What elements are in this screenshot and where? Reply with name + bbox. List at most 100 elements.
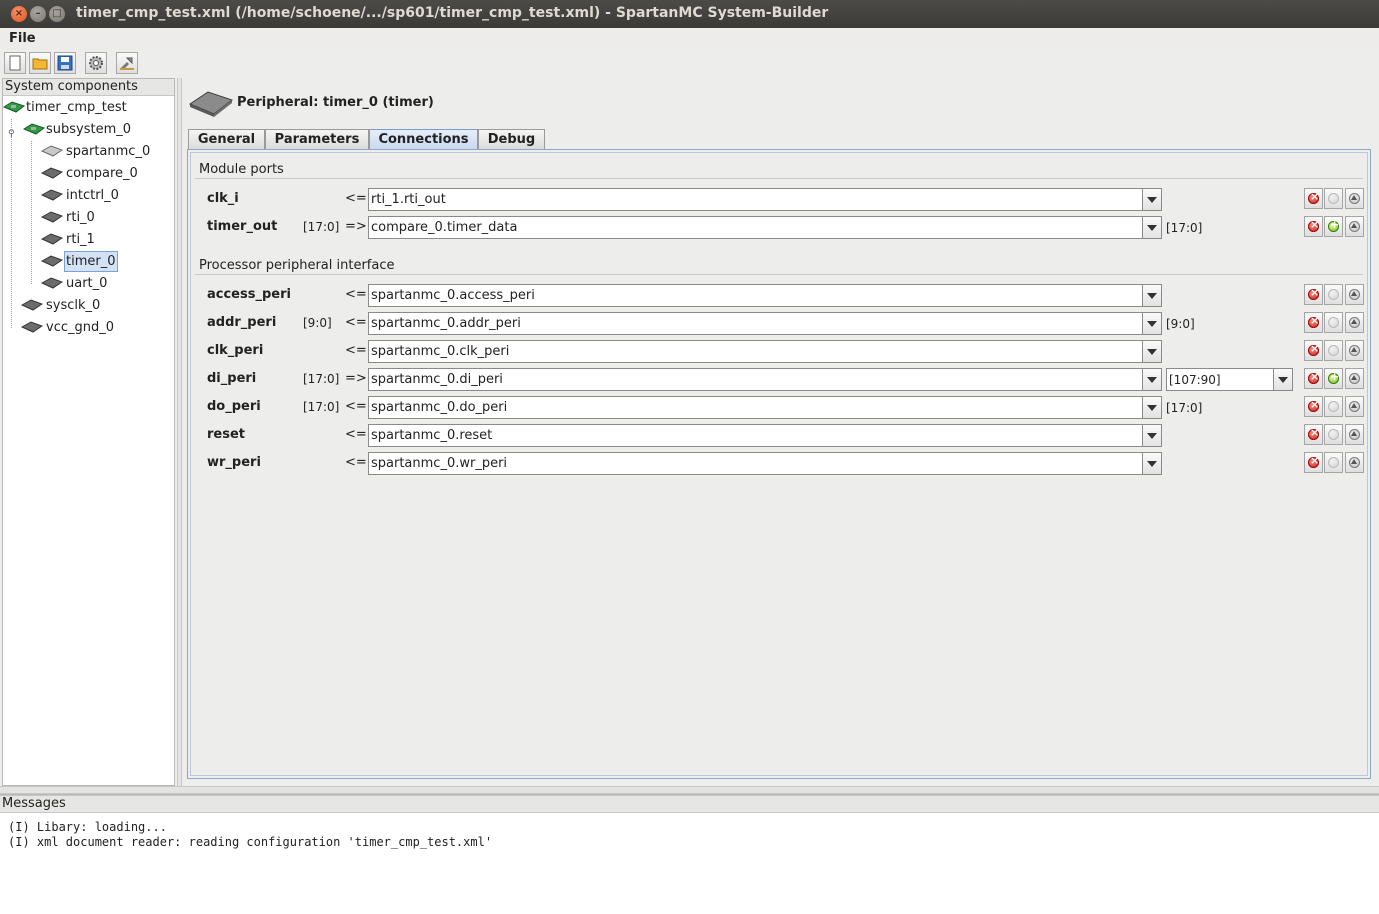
tab-debug[interactable]: Debug xyxy=(478,129,545,149)
add-connection-button[interactable] xyxy=(1324,312,1343,333)
minimize-window-button[interactable]: – xyxy=(30,6,46,22)
remove-connection-button[interactable] xyxy=(1304,216,1323,237)
peripheral-panel: Peripheral: timer_0 (timer) General Para… xyxy=(183,78,1377,786)
close-window-button[interactable]: × xyxy=(11,6,27,22)
port-connection-select[interactable]: compare_0.timer_data xyxy=(368,216,1162,239)
port-name: addr_peri xyxy=(207,315,277,330)
add-disabled-icon xyxy=(1328,345,1339,356)
goto-connection-button[interactable] xyxy=(1345,396,1364,417)
remove-connection-button[interactable] xyxy=(1304,340,1323,361)
port-connection-select[interactable]: rti_1.rti_out xyxy=(368,188,1162,211)
new-button[interactable] xyxy=(4,52,26,74)
tree-item-compare-0[interactable]: compare_0 xyxy=(3,163,174,183)
port-direction: <= xyxy=(345,343,367,358)
port-connection-select[interactable]: spartanmc_0.addr_peri xyxy=(368,312,1162,335)
tree-item-uart-0[interactable]: uart_0 xyxy=(3,273,174,293)
tab-general[interactable]: General xyxy=(188,129,265,149)
chip-icon xyxy=(21,321,43,333)
add-connection-button[interactable] xyxy=(1324,424,1343,445)
goto-connection-button[interactable] xyxy=(1345,340,1364,361)
dropdown-arrow-icon[interactable] xyxy=(1142,285,1161,306)
remove-connection-button[interactable] xyxy=(1304,424,1323,445)
chip-icon xyxy=(41,255,63,267)
tree-item-vcc-gnd-0[interactable]: vcc_gnd_0 xyxy=(3,317,174,337)
add-connection-button[interactable] xyxy=(1324,284,1343,305)
open-button[interactable] xyxy=(29,52,51,74)
chip-icon xyxy=(41,189,63,201)
remove-connection-button[interactable] xyxy=(1304,396,1323,417)
tab-parameters[interactable]: Parameters xyxy=(265,129,369,149)
goto-connection-button[interactable] xyxy=(1345,284,1364,305)
port-connection-select[interactable]: spartanmc_0.reset xyxy=(368,424,1162,447)
dropdown-arrow-icon[interactable] xyxy=(1142,217,1161,238)
tree-item-sysclk-0[interactable]: sysclk_0 xyxy=(3,295,174,315)
tree-item-rti-0[interactable]: rti_0 xyxy=(3,207,174,227)
add-connection-button[interactable] xyxy=(1324,452,1343,473)
tab-connections[interactable]: Connections xyxy=(369,129,478,149)
dropdown-arrow-icon[interactable] xyxy=(1142,341,1161,362)
chip-icon xyxy=(41,145,63,157)
tree-item-spartanmc-0[interactable]: spartanmc_0 xyxy=(3,141,174,161)
add-connection-button[interactable] xyxy=(1324,368,1343,389)
remove-icon xyxy=(1308,218,1319,232)
menu-file[interactable]: File xyxy=(9,31,36,46)
port-connection-select[interactable]: spartanmc_0.wr_peri xyxy=(368,452,1162,475)
dropdown-arrow-icon[interactable] xyxy=(1142,425,1161,446)
dropdown-arrow-icon[interactable] xyxy=(1142,453,1161,474)
goto-connection-button[interactable] xyxy=(1345,368,1364,389)
port-connection-select[interactable]: spartanmc_0.do_peri xyxy=(368,396,1162,419)
up-arrow-icon xyxy=(1349,221,1360,232)
port-direction: <= xyxy=(345,287,367,302)
dropdown-arrow-icon[interactable] xyxy=(1142,313,1161,334)
port-connection-select[interactable]: spartanmc_0.access_peri xyxy=(368,284,1162,307)
range-select[interactable]: [107:90] xyxy=(1166,368,1293,391)
port-row-reset: reset <= spartanmc_0.reset xyxy=(191,423,1367,447)
remove-icon xyxy=(1308,190,1319,204)
chip-icon xyxy=(41,277,63,289)
up-arrow-icon xyxy=(1349,429,1360,440)
settings-button[interactable] xyxy=(85,52,107,74)
port-connection-select[interactable]: spartanmc_0.clk_peri xyxy=(368,340,1162,363)
build-button[interactable] xyxy=(116,52,138,74)
board-icon xyxy=(23,123,45,135)
add-disabled-icon xyxy=(1328,193,1339,204)
dropdown-arrow-icon[interactable] xyxy=(1273,369,1292,390)
remove-connection-button[interactable] xyxy=(1304,452,1323,473)
port-direction: <= xyxy=(345,455,367,470)
remove-connection-button[interactable] xyxy=(1304,312,1323,333)
goto-connection-button[interactable] xyxy=(1345,312,1364,333)
port-name: clk_i xyxy=(207,191,239,206)
menu-bar: File xyxy=(0,28,1379,50)
messages-panel: Messages (I) Libary: loading... (I) xml … xyxy=(0,794,1379,914)
tree-item-intctrl-0[interactable]: intctrl_0 xyxy=(3,185,174,205)
goto-connection-button[interactable] xyxy=(1345,216,1364,237)
goto-connection-button[interactable] xyxy=(1345,452,1364,473)
port-name: clk_peri xyxy=(207,343,264,358)
goto-connection-button[interactable] xyxy=(1345,424,1364,445)
dropdown-arrow-icon[interactable] xyxy=(1142,369,1161,390)
add-connection-button[interactable] xyxy=(1324,396,1343,417)
port-row-clk-peri: clk_peri <= spartanmc_0.clk_peri xyxy=(191,339,1367,363)
tree-item-rti-1[interactable]: rti_1 xyxy=(3,229,174,249)
message-line: (I) Libary: loading... xyxy=(8,820,167,834)
goto-connection-button[interactable] xyxy=(1345,188,1364,209)
add-connection-button[interactable] xyxy=(1324,188,1343,209)
port-direction: <= xyxy=(345,399,367,414)
maximize-window-button[interactable]: □ xyxy=(49,6,65,22)
port-connection-select[interactable]: spartanmc_0.di_peri xyxy=(368,368,1162,391)
add-connection-button[interactable] xyxy=(1324,216,1343,237)
connections-tab-content: Module ports clk_i <= rti_1.rti_out time… xyxy=(187,149,1371,779)
save-button[interactable] xyxy=(54,52,76,74)
port-row-clk-i: clk_i <= rti_1.rti_out xyxy=(191,187,1367,211)
add-connection-button[interactable] xyxy=(1324,340,1343,361)
horizontal-splitter[interactable] xyxy=(0,786,1379,794)
remove-connection-button[interactable] xyxy=(1304,368,1323,389)
remove-connection-button[interactable] xyxy=(1304,284,1323,305)
up-arrow-icon xyxy=(1349,289,1360,300)
dropdown-arrow-icon[interactable] xyxy=(1142,189,1161,210)
remove-connection-button[interactable] xyxy=(1304,188,1323,209)
dropdown-arrow-icon[interactable] xyxy=(1142,397,1161,418)
peripheral-title: Peripheral: timer_0 (timer) xyxy=(237,95,434,110)
tree-item-timer-0[interactable]: timer_0 xyxy=(3,251,174,272)
vertical-splitter[interactable] xyxy=(177,78,182,786)
